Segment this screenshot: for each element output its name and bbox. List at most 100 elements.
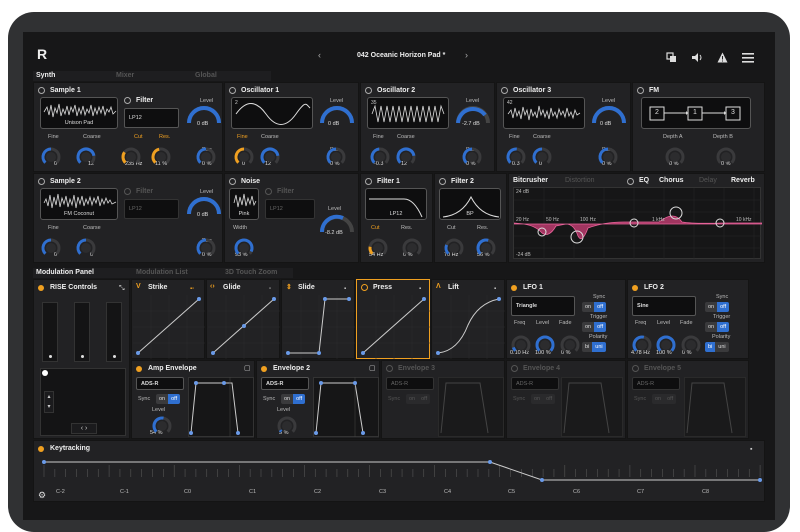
envelope5-graph[interactable] xyxy=(684,377,746,437)
coarse-label: Coarse xyxy=(83,225,101,231)
sync-toggle[interactable]: on off xyxy=(406,394,431,404)
lfo-shape-select[interactable]: Sine xyxy=(632,296,696,316)
sync-toggle[interactable]: on off xyxy=(582,302,607,312)
envelope-type-select[interactable]: ADS-R xyxy=(632,377,680,390)
tab-3d-touch-zoom[interactable]: 3D Touch Zoom xyxy=(225,269,277,276)
effects-panel: Bitcrusher Distortion EQ Chorus Delay Re… xyxy=(508,173,765,263)
trigger-toggle[interactable]: on off xyxy=(582,322,607,332)
power-toggle[interactable] xyxy=(365,87,372,94)
filter-curve[interactable]: LP12 xyxy=(365,188,427,220)
next-preset-button[interactable]: › xyxy=(465,50,468,60)
fx-tab-chorus[interactable]: Chorus xyxy=(659,177,684,184)
fx-tab-eq[interactable]: EQ xyxy=(639,177,649,184)
strike-icon: V xyxy=(136,283,141,290)
horizontal-stepper[interactable]: ‹ › xyxy=(71,423,97,434)
keytracking-graph[interactable] xyxy=(42,455,762,485)
lift-curve[interactable] xyxy=(433,295,505,359)
envelope3-graph[interactable] xyxy=(438,377,504,437)
filter-type-select[interactable]: LP12 xyxy=(124,108,179,128)
envelope-type-select[interactable]: ADS-R xyxy=(386,377,434,390)
menu-icon[interactable] xyxy=(742,52,754,65)
sync-toggle[interactable]: on off xyxy=(281,394,306,404)
power-toggle[interactable] xyxy=(511,365,518,372)
expand-icon[interactable]: ⤡ xyxy=(119,283,125,295)
polarity-toggle[interactable]: bi uni xyxy=(705,342,729,352)
glide-curve[interactable] xyxy=(208,295,280,359)
envelope4-graph[interactable] xyxy=(561,377,623,437)
power-toggle[interactable] xyxy=(365,178,372,185)
key-label-c0: C0 xyxy=(184,489,192,495)
prev-preset-button[interactable]: ‹ xyxy=(318,50,321,60)
sync-toggle[interactable]: on off xyxy=(531,394,556,404)
power-toggle[interactable] xyxy=(38,178,45,185)
rise-slider[interactable] xyxy=(42,302,58,362)
filter-curve[interactable]: BP xyxy=(439,188,501,220)
tab-mixer[interactable]: Mixer xyxy=(116,72,134,79)
mode-icon[interactable]: ▪ xyxy=(494,283,496,295)
fx-tab-bitcrusher[interactable]: Bitcrusher xyxy=(513,177,548,184)
eq-power-toggle[interactable] xyxy=(627,178,634,185)
envelope-type-select[interactable]: ADS-R xyxy=(261,377,309,390)
sample-waveform[interactable]: Unison Pad xyxy=(40,97,118,129)
lfo-shape-select[interactable]: Triangle xyxy=(511,296,575,316)
power-toggle[interactable] xyxy=(38,87,45,94)
mode-icon[interactable]: ▫ xyxy=(269,283,271,295)
window-icon[interactable] xyxy=(666,52,677,65)
filter-power-toggle[interactable] xyxy=(124,188,131,195)
polarity-toggle[interactable]: bi uni xyxy=(582,342,606,352)
tab-modulation-list[interactable]: Modulation List xyxy=(136,269,188,276)
xy-handle[interactable] xyxy=(42,370,48,376)
edit-icon[interactable]: ▢ xyxy=(369,363,376,375)
power-toggle[interactable] xyxy=(386,365,393,372)
press-curve[interactable] xyxy=(358,295,430,359)
sync-toggle[interactable]: on off xyxy=(705,302,730,312)
filter-power-toggle[interactable] xyxy=(124,97,131,104)
filter-power-toggle[interactable] xyxy=(265,188,272,195)
width-label: Width xyxy=(233,225,248,231)
power-toggle[interactable] xyxy=(439,178,446,185)
envelope2-graph[interactable] xyxy=(313,377,379,437)
waveform-line xyxy=(43,193,117,209)
slide-curve[interactable] xyxy=(283,295,355,359)
osc-waveform[interactable]: 42 xyxy=(503,97,585,129)
fx-tab-delay[interactable]: Delay xyxy=(699,177,717,184)
fx-tab-reverb[interactable]: Reverb xyxy=(731,177,755,184)
envelope-type-select[interactable]: ADS-R xyxy=(511,377,559,390)
vertical-stepper[interactable]: ▴ ▾ xyxy=(44,391,54,413)
xy-pad[interactable]: ▴ ▾ ‹ › xyxy=(40,368,126,436)
eq-graph[interactable]: 24 dB -24 dB 20 Hz 50 Hz 100 Hz 1 kHz 10… xyxy=(513,187,763,260)
speaker-icon[interactable] xyxy=(691,52,703,65)
mode-icon[interactable]: ▪ xyxy=(419,283,421,295)
sync-toggle[interactable]: on off xyxy=(156,394,181,404)
fx-tab-distortion[interactable]: Distortion xyxy=(565,177,595,184)
power-toggle[interactable] xyxy=(229,87,236,94)
trigger-toggle[interactable]: on off xyxy=(705,322,730,332)
rise-slider[interactable] xyxy=(106,302,122,362)
mode-icon[interactable]: ▪▫ xyxy=(190,283,194,295)
sync-toggle[interactable]: on off xyxy=(652,394,677,404)
envelope-type-select[interactable]: ADS-R xyxy=(136,377,184,390)
tab-global[interactable]: Global xyxy=(195,72,217,79)
power-toggle[interactable] xyxy=(229,178,236,185)
fm-routing[interactable]: 2 1 3 xyxy=(641,97,751,129)
polarity-label: Polarity xyxy=(712,334,731,340)
mode-icon[interactable]: ▪ xyxy=(344,283,346,295)
filter-type-select[interactable]: LP12 xyxy=(124,199,179,219)
rise-slider[interactable] xyxy=(74,302,90,362)
sample-waveform[interactable]: FM Coconut xyxy=(40,188,118,220)
edit-icon[interactable]: ▢ xyxy=(244,363,251,375)
settings-icon[interactable]: ⚙ xyxy=(38,489,46,501)
osc-waveform[interactable]: 2 xyxy=(231,97,313,129)
power-toggle[interactable] xyxy=(637,87,644,94)
preset-name[interactable]: 042 Oceanic Horizon Pad * xyxy=(357,52,445,59)
power-toggle[interactable] xyxy=(501,87,508,94)
tab-synth[interactable]: Synth xyxy=(36,72,55,79)
noise-type-selector[interactable]: Pink xyxy=(229,188,259,220)
tab-modulation-panel[interactable]: Modulation Panel xyxy=(36,269,94,276)
power-toggle[interactable] xyxy=(632,365,639,372)
osc-waveform[interactable]: 35 xyxy=(367,97,449,129)
warning-icon[interactable] xyxy=(717,52,728,65)
strike-curve[interactable] xyxy=(133,295,205,359)
amp-envelope-graph[interactable] xyxy=(188,377,254,437)
filter-type-select[interactable]: LP12 xyxy=(265,199,315,219)
